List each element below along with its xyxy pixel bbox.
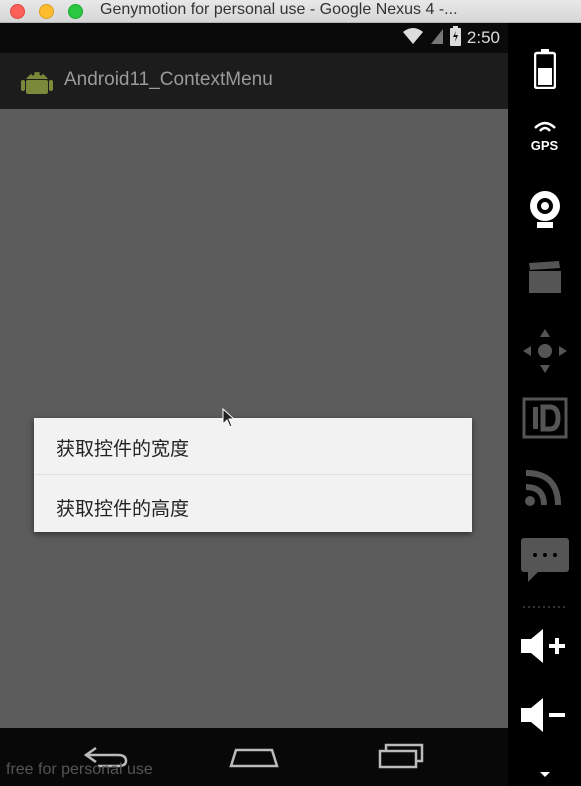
context-menu: 获取控件的宽度 获取控件的高度 [34,418,472,532]
more-icon [538,763,552,782]
status-bar: 2:50 [0,23,508,53]
volume-up-icon [519,627,571,669]
camera-widget-button[interactable] [508,189,581,233]
camera-icon [527,189,563,233]
id-icon [522,397,568,443]
minimize-window-button[interactable] [39,4,54,19]
volume-up-button[interactable] [508,627,581,669]
gps-label: GPS [530,138,559,153]
cast-widget-button[interactable] [508,467,581,511]
watermark-text: free for personal use [6,761,153,778]
recents-icon[interactable] [377,743,427,773]
battery-widget-button[interactable] [508,49,581,93]
gps-icon [532,119,558,138]
app-title: Android11_ContextMenu [64,69,273,90]
device-screen: 2:50 Android11_ContextMenu 获取控件的宽度 获取控件的… [0,23,508,786]
signal-icon [430,27,444,49]
volume-down-icon [519,696,571,738]
gps-widget-button[interactable]: GPS [508,119,581,153]
sms-icon [520,537,570,587]
volume-down-button[interactable] [508,696,581,738]
more-button[interactable] [508,763,581,782]
nav-bar: free for personal use [0,728,508,786]
toolbar-separator [508,605,581,609]
battery-icon [449,26,461,50]
battery-icon [533,49,556,93]
window-titlebar: Genymotion for personal use - Google Nex… [0,0,581,23]
close-window-button[interactable] [10,4,25,19]
status-time: 2:50 [466,28,500,47]
home-icon[interactable] [228,746,280,772]
android-icon [20,65,54,101]
menu-item-get-width[interactable]: 获取控件的宽度 [56,434,189,461]
video-icon [527,259,563,299]
window-title: Genymotion for personal use - Google Nex… [100,1,458,18]
mouse-cursor-icon [222,407,236,432]
app-content: 获取控件的宽度 获取控件的高度 [0,109,508,728]
device-id-widget-button[interactable] [508,397,581,443]
cast-icon [524,467,566,511]
menu-item-get-height[interactable]: 获取控件的高度 [56,494,189,521]
wifi-icon [402,27,424,49]
capture-widget-button[interactable] [508,259,581,299]
dpad-icon [521,327,569,379]
emulator-toolbar: GPS [508,23,581,786]
action-bar: Android11_ContextMenu [0,53,508,109]
sms-widget-button[interactable] [508,537,581,587]
menu-divider [34,474,472,475]
dpad-widget-button[interactable] [508,327,581,379]
maximize-window-button[interactable] [68,4,83,19]
